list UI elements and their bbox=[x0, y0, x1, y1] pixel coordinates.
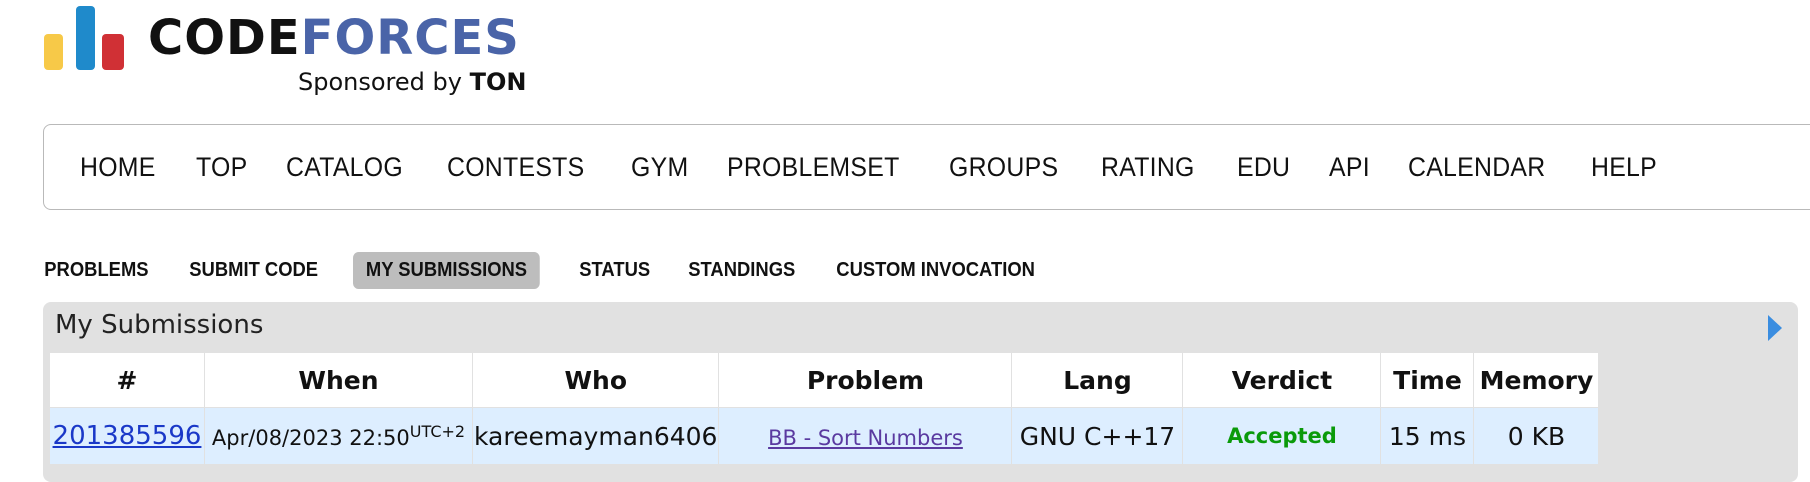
submission-problem-link[interactable]: BB - Sort Numbers bbox=[768, 426, 963, 450]
sponsor-line: Sponsored by TON bbox=[298, 68, 526, 96]
sponsor-prefix: Sponsored by bbox=[298, 68, 462, 96]
logo-word-forces: FORCES bbox=[300, 10, 520, 66]
submission-memory-cell: 0 KB bbox=[1473, 407, 1600, 465]
submission-memory: 0 KB bbox=[1507, 421, 1566, 451]
tab-submit-code[interactable]: SUBMIT CODE bbox=[181, 252, 326, 289]
menu-item-home[interactable]: HOME bbox=[80, 152, 156, 183]
submission-id-link[interactable]: 201385596 bbox=[53, 421, 202, 451]
tab-custom-invocation[interactable]: CUSTOM INVOCATION bbox=[828, 252, 1043, 289]
col-header-verdict: Verdict bbox=[1182, 352, 1382, 408]
table-header-row: # When Who Problem Lang Verdict Time Mem… bbox=[49, 352, 1600, 408]
tab-status[interactable]: STATUS bbox=[571, 252, 658, 289]
submission-id-cell: 201385596 bbox=[49, 407, 205, 465]
menu-item-top[interactable]: TOP bbox=[196, 152, 247, 183]
logo-word-code: CODE bbox=[148, 10, 301, 66]
col-header-id: # bbox=[49, 352, 205, 408]
main-menu: HOME TOP CATALOG CONTESTS GYM PROBLEMSET… bbox=[43, 124, 1810, 210]
logo-bars-icon bbox=[44, 6, 128, 70]
menu-item-edu[interactable]: EDU bbox=[1237, 152, 1290, 183]
col-header-when: When bbox=[204, 352, 473, 408]
col-header-who: Who bbox=[471, 352, 720, 408]
col-header-memory: Memory bbox=[1473, 352, 1600, 408]
menu-item-calendar[interactable]: CALENDAR bbox=[1408, 152, 1545, 183]
submission-who-cell: kareemayman6406 bbox=[471, 407, 720, 465]
expand-arrow-icon[interactable] bbox=[1768, 315, 1782, 341]
menu-item-problemset[interactable]: PROBLEMSET bbox=[727, 152, 900, 183]
table-row: 201385596 Apr/08/2023 22:50UTC+2 kareema… bbox=[49, 407, 1600, 465]
col-header-time: Time bbox=[1380, 352, 1475, 408]
contest-subnav: PROBLEMS SUBMIT CODE MY SUBMISSIONS STAT… bbox=[36, 250, 1076, 290]
submission-verdict: Accepted bbox=[1227, 424, 1337, 448]
tab-my-submissions[interactable]: MY SUBMISSIONS bbox=[353, 251, 541, 289]
sponsor-name: TON bbox=[469, 68, 527, 96]
menu-item-help[interactable]: HELP bbox=[1591, 152, 1657, 183]
submission-verdict-cell: Accepted bbox=[1182, 407, 1382, 465]
submission-lang: GNU C++17 bbox=[1019, 421, 1176, 451]
menu-item-groups[interactable]: GROUPS bbox=[949, 152, 1058, 183]
submission-time: 15 ms bbox=[1388, 421, 1467, 451]
submission-who: kareemayman6406 bbox=[474, 421, 718, 451]
tab-problems[interactable]: PROBLEMS bbox=[36, 252, 157, 289]
menu-item-gym[interactable]: GYM bbox=[631, 152, 688, 183]
col-header-problem: Problem bbox=[718, 352, 1013, 408]
menu-item-catalog[interactable]: CATALOG bbox=[286, 152, 403, 183]
submission-lang-cell: GNU C++17 bbox=[1011, 407, 1184, 465]
panel-title: My Submissions bbox=[55, 310, 264, 340]
col-header-lang: Lang bbox=[1011, 352, 1184, 408]
submission-time-cell: 15 ms bbox=[1380, 407, 1475, 465]
menu-item-contests[interactable]: CONTESTS bbox=[447, 152, 584, 183]
tab-standings[interactable]: STANDINGS bbox=[680, 252, 804, 289]
submission-when: Apr/08/2023 22:50 bbox=[211, 426, 410, 450]
menu-item-rating[interactable]: RATING bbox=[1101, 152, 1195, 183]
submission-problem-cell: BB - Sort Numbers bbox=[718, 407, 1013, 465]
submissions-panel: My Submissions # When Who Problem Lang V… bbox=[43, 302, 1798, 482]
menu-item-api[interactable]: API bbox=[1329, 152, 1370, 183]
submission-timezone: UTC+2 bbox=[409, 422, 466, 441]
submission-when-cell: Apr/08/2023 22:50UTC+2 bbox=[204, 407, 473, 465]
submissions-table: # When Who Problem Lang Verdict Time Mem… bbox=[49, 352, 1600, 465]
